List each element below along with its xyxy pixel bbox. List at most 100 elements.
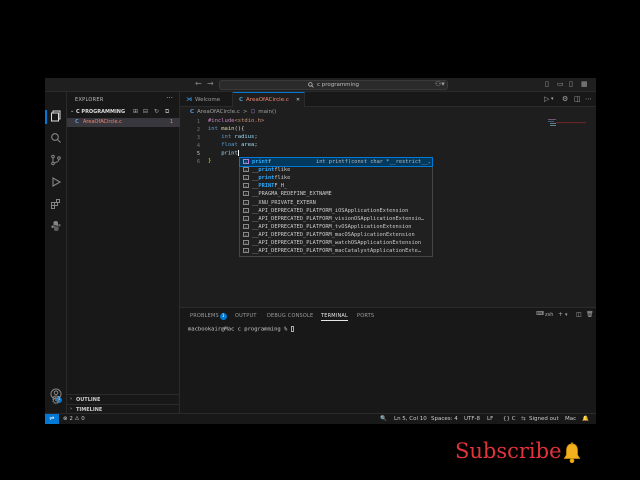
autocomplete-suggestions[interactable]: ≡ printf int printf(const char *__restrict…: [239, 156, 433, 257]
end-of-line[interactable]: LF: [487, 416, 493, 422]
source-control-icon[interactable]: [49, 154, 63, 168]
bell-icon: [563, 442, 581, 464]
arrow-right-icon[interactable]: →: [207, 79, 214, 88]
split-terminal-icon[interactable]: ◫: [576, 311, 582, 318]
suggestion-item[interactable]: ≡ __PRAGMA_REDEFINE_EXTNAME: [240, 190, 432, 198]
breadcrumb-file[interactable]: AreaOfACircle.c: [197, 109, 240, 115]
toggle-panel-icon[interactable]: ▭: [557, 80, 564, 88]
encoding[interactable]: UTF-8: [464, 416, 480, 422]
suggestion-item[interactable]: ≡ printf int printf(const char *__restrict…: [239, 156, 433, 168]
tab-terminal[interactable]: TERMINAL: [321, 313, 349, 321]
breadcrumb[interactable]: C AreaOfACircle.c > ⬡ main(): [190, 109, 276, 115]
run-dropdown-icon[interactable]: ▾: [551, 96, 554, 102]
c-file-icon: C: [190, 109, 195, 115]
chevron-down-icon[interactable]: ▾: [565, 312, 568, 318]
breadcrumb-symbol[interactable]: main(): [258, 109, 276, 115]
suggestion-item[interactable]: ≡ __API_DEPRECATED_PLATFORM_iOSApplicatio…: [240, 207, 432, 215]
more-actions-icon[interactable]: ⋯: [585, 95, 592, 103]
activity-bar: 1 ⚙: [45, 92, 67, 413]
refresh-icon[interactable]: ↻: [154, 108, 159, 115]
run-file-icon[interactable]: ▷: [544, 95, 549, 103]
platform-label[interactable]: Mac: [565, 416, 576, 422]
customize-layout-icon[interactable]: ▦: [581, 80, 588, 88]
tab-problems[interactable]: PROBLEMS 1: [190, 313, 227, 320]
outline-section[interactable]: › OUTLINE: [67, 394, 180, 403]
suggestion-item[interactable]: ≡ __API_DEPRECATED_PLATFORM_visionOSAppli…: [240, 215, 432, 223]
folder-name: C PROGRAMMING: [76, 109, 126, 115]
bottom-panel: PROBLEMS 1 OUTPUT DEBUG CONSOLE TERMINAL …: [180, 307, 596, 413]
more-actions-icon[interactable]: ···: [166, 94, 173, 102]
language-mode[interactable]: {} C: [503, 416, 516, 422]
kill-terminal-icon[interactable]: 🗑: [586, 311, 594, 318]
new-file-icon[interactable]: ⊞: [133, 108, 138, 115]
file-tree-item[interactable]: C AreaOfACircle.c 1: [67, 118, 180, 127]
tab-areaofacircle[interactable]: C AreaOfACircle.c ✕: [233, 92, 305, 107]
title-bar: ← → c programming ⚇▾ ▯ ▭ ▯ ▦: [45, 78, 596, 92]
cursor-position[interactable]: Ln 5, Col 10: [394, 416, 427, 422]
python-icon[interactable]: [49, 220, 63, 234]
suggestion-label: __API_DEPRECATED_PLATFORM_tvOSApplicatio…: [252, 223, 412, 230]
copilot-icon[interactable]: ⚇▾: [435, 80, 445, 88]
text-cursor: [237, 150, 239, 156]
symbol-icon: ≡: [243, 240, 249, 245]
code-line: int radius;: [221, 134, 258, 140]
close-icon[interactable]: ✕: [296, 97, 300, 103]
breadcrumb-separator: >: [242, 109, 248, 115]
run-debug-icon[interactable]: [49, 176, 63, 190]
function-symbol-icon: ⬡: [250, 109, 256, 115]
suggestion-label: __PRINTF_H_: [252, 183, 288, 190]
tab-ports[interactable]: PORTS: [357, 313, 374, 319]
files-icon[interactable]: [49, 110, 63, 124]
suggestion-item[interactable]: ≡ __API_DEPRECATED_PLATFORM_macCatalystAp…: [240, 247, 432, 255]
symbol-icon: ≡: [243, 175, 249, 181]
subscribe-text: Subscribe: [455, 439, 562, 463]
signed-out-status[interactable]: Signed out: [529, 416, 559, 422]
split-editor-icon[interactable]: ◫: [574, 95, 581, 103]
minimap[interactable]: [548, 119, 588, 149]
sync-icon: ⇆: [521, 416, 526, 422]
suggestion-label: __API_DEPRECATED_PLATFORM_iOSApplication…: [252, 207, 409, 214]
suggestion-item[interactable]: ≡ __PRINTF_H_: [240, 182, 432, 190]
suggestion-item[interactable]: ≡ __printflike: [240, 174, 432, 182]
remote-indicator-icon[interactable]: ⇌: [45, 414, 59, 424]
toggle-primary-sidebar-icon[interactable]: ▯: [545, 80, 549, 88]
notifications-bell-icon[interactable]: 🔔: [582, 416, 589, 422]
new-folder-icon[interactable]: ⊟: [143, 108, 148, 115]
suggestion-item[interactable]: ≡ __API_DEPRECATED_PLATFORM_tvOSApplicati…: [240, 223, 432, 231]
suggestion-item[interactable]: ≡ __XNU_PRIVATE_EXTERN: [240, 199, 432, 207]
suggestion-item[interactable]: ≡ __API_DEPRECATED_PLATFORM_macOSApplicat…: [240, 231, 432, 239]
toggle-secondary-sidebar-icon[interactable]: ▯: [569, 80, 573, 88]
c-file-icon: C: [75, 119, 79, 125]
settings-gear-icon[interactable]: ⚙: [562, 95, 568, 103]
timeline-section[interactable]: › TIMELINE: [67, 404, 180, 413]
new-terminal-icon[interactable]: +: [558, 311, 563, 318]
gear-icon[interactable]: ⚙: [49, 395, 63, 409]
tab-debug-console[interactable]: DEBUG CONSOLE: [267, 313, 313, 319]
suggestion-label: __API_DEPRECATED_PLATFORM_watchOSApplica…: [252, 240, 422, 246]
symbol-icon: ≡: [243, 207, 249, 213]
search-icon[interactable]: [49, 132, 63, 146]
tab-label: Welcome: [195, 96, 221, 103]
folder-row[interactable]: ⌄ C PROGRAMMING ⊞ ⊟ ↻ ⧉: [67, 108, 180, 117]
suggestion-label: __XNU_PRIVATE_EXTERN: [252, 199, 316, 206]
terminal-cursor: [290, 326, 294, 332]
terminal-prompt[interactable]: macbookair@Mac c programming %: [188, 326, 294, 333]
tab-welcome[interactable]: ⋊ Welcome: [180, 92, 233, 107]
suggestion-label: __API_DEPRECATED_PLATFORM_visionOSApplic…: [252, 215, 425, 222]
line-number: 5: [196, 151, 200, 157]
symbol-icon: ≡: [243, 199, 249, 205]
suggestion-item[interactable]: ≡ __API_DEPRECATED_PLATFORM_watchOSApplic…: [240, 239, 432, 247]
tab-label: AreaOfACircle.c: [246, 97, 289, 103]
extensions-icon[interactable]: [49, 198, 63, 212]
arrow-left-icon[interactable]: ←: [195, 79, 202, 88]
command-center-search[interactable]: c programming: [219, 80, 448, 90]
tab-output[interactable]: OUTPUT: [235, 313, 257, 319]
indentation[interactable]: Spaces: 4: [431, 416, 458, 422]
collapse-all-icon[interactable]: ⧉: [165, 108, 169, 116]
shell-label[interactable]: zsh: [545, 312, 553, 318]
suggestion-item[interactable]: ≡ __printflike: [240, 166, 432, 174]
problems-status[interactable]: ⊗ 2 ⚠ 0: [63, 416, 85, 422]
zoom-icon[interactable]: 🔍: [380, 416, 387, 422]
line-number: 1: [196, 119, 200, 125]
command-center-text: c programming: [316, 82, 360, 88]
